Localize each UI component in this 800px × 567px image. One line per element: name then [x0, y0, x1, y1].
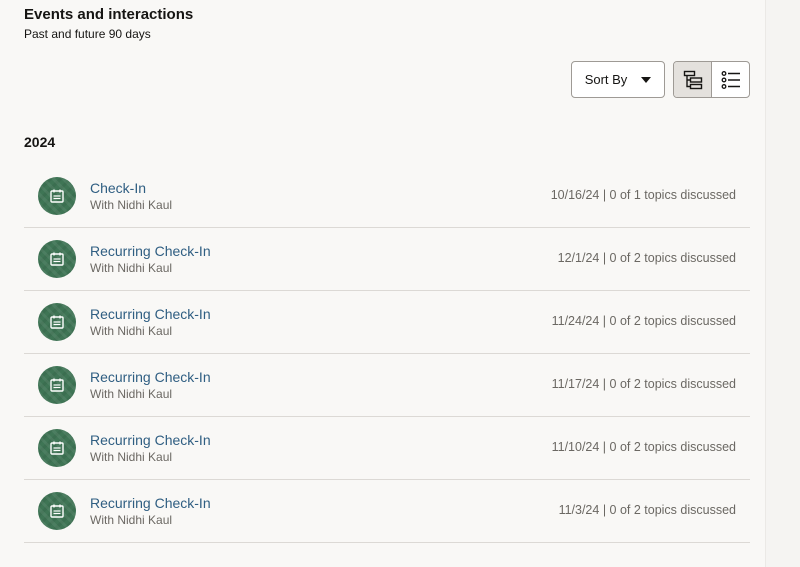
events-list: Check-In With Nidhi Kaul 10/16/24 | 0 of… [24, 165, 750, 543]
calendar-icon [50, 378, 64, 392]
calendar-icon [50, 441, 64, 455]
scroll-gutter [765, 0, 800, 567]
event-meta: 11/10/24 | 0 of 2 topics discussed [551, 440, 736, 454]
avatar [38, 492, 76, 530]
event-meta: 11/3/24 | 0 of 2 topics discussed [558, 503, 736, 517]
view-mode-toggle [673, 61, 750, 98]
hierarchy-view-icon [683, 70, 702, 89]
avatar [38, 429, 76, 467]
event-participant: With Nidhi Kaul [90, 198, 173, 212]
section-title: Events and interactions [24, 6, 194, 23]
events-page: Events and interactions Past and future … [0, 0, 800, 567]
sort-by-label: Sort By [584, 72, 628, 87]
hierarchy-view-button[interactable] [674, 62, 712, 97]
avatar [38, 240, 76, 278]
calendar-icon [50, 189, 64, 203]
event-participant: With Nidhi Kaul [90, 450, 173, 464]
calendar-icon [50, 504, 64, 518]
year-group-heading: 2024 [24, 134, 56, 150]
event-title-link[interactable]: Recurring Check-In [90, 305, 211, 323]
list-item[interactable]: Recurring Check-In With Nidhi Kaul 11/10… [24, 417, 750, 480]
calendar-icon [50, 252, 64, 266]
avatar [38, 177, 76, 215]
event-meta: 12/1/24 | 0 of 2 topics discussed [557, 251, 736, 265]
event-title-link[interactable]: Recurring Check-In [90, 242, 211, 260]
event-meta: 11/24/24 | 0 of 2 topics discussed [551, 314, 736, 328]
event-participant: With Nidhi Kaul [90, 261, 173, 275]
calendar-icon [50, 315, 64, 329]
list-item[interactable]: Check-In With Nidhi Kaul 10/16/24 | 0 of… [24, 165, 750, 228]
event-participant: With Nidhi Kaul [90, 324, 173, 338]
list-item[interactable]: Recurring Check-In With Nidhi Kaul 11/24… [24, 291, 750, 354]
event-meta: 10/16/24 | 0 of 1 topics discussed [550, 188, 736, 202]
sort-by-button[interactable]: Sort By [571, 61, 665, 98]
event-title-link[interactable]: Recurring Check-In [90, 368, 211, 386]
event-title-link[interactable]: Check-In [90, 179, 146, 197]
caret-down-icon [641, 76, 652, 83]
list-item[interactable]: Recurring Check-In With Nidhi Kaul 11/17… [24, 354, 750, 417]
list-item[interactable]: Recurring Check-In With Nidhi Kaul 11/3/… [24, 480, 750, 543]
section-subtitle: Past and future 90 days [24, 27, 151, 41]
avatar [38, 303, 76, 341]
event-participant: With Nidhi Kaul [90, 387, 173, 401]
list-view-icon [721, 70, 740, 89]
list-item[interactable]: Recurring Check-In With Nidhi Kaul 12/1/… [24, 228, 750, 291]
section-header: Events and interactions Past and future … [24, 6, 193, 42]
event-title-link[interactable]: Recurring Check-In [90, 494, 211, 512]
avatar [38, 366, 76, 404]
list-view-button[interactable] [712, 62, 749, 97]
event-title-link[interactable]: Recurring Check-In [90, 431, 211, 449]
event-meta: 11/17/24 | 0 of 2 topics discussed [551, 377, 736, 391]
event-participant: With Nidhi Kaul [90, 513, 173, 527]
